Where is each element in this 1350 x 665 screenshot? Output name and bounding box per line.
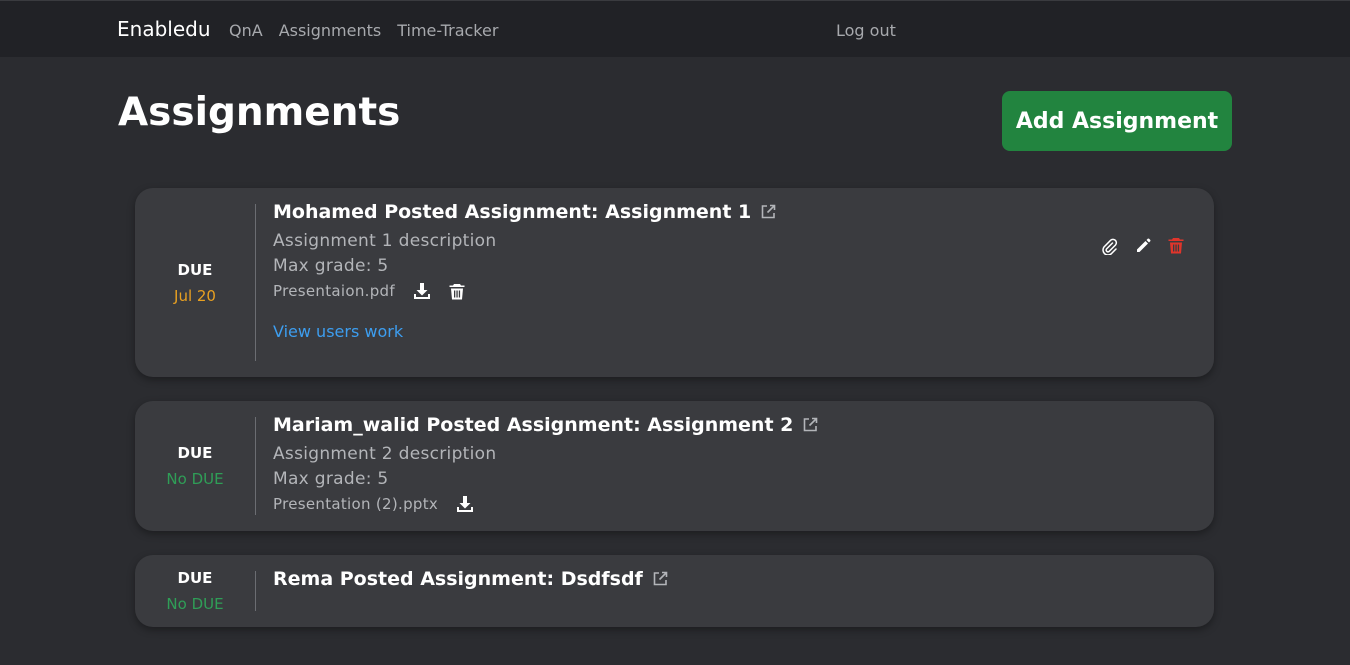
- nav-link-assignments[interactable]: Assignments: [279, 21, 382, 40]
- due-date: No DUE: [166, 470, 224, 488]
- card-divider: [255, 204, 256, 361]
- assignment-description: Assignment 2 description: [273, 444, 497, 464]
- navbar: Enabledu QnA Assignments Time-Tracker Lo…: [0, 0, 1350, 57]
- card-actions: [1100, 237, 1184, 255]
- assignment-content: Rema Posted Assignment: Dsdfsdf: [273, 568, 1194, 590]
- assignment-content: Mohamed Posted Assignment: Assignment 1 …: [273, 201, 1194, 341]
- file-name: Presentation (2).pptx: [273, 495, 439, 513]
- external-link-icon[interactable]: [759, 203, 777, 221]
- due-info: DUE No DUE: [135, 569, 255, 613]
- assignment-title: Mariam_walid Posted Assignment: Assignme…: [273, 414, 1194, 436]
- due-label: DUE: [177, 261, 213, 279]
- trash-icon[interactable]: [449, 283, 465, 300]
- nav-link-time-tracker[interactable]: Time-Tracker: [397, 21, 498, 40]
- due-date: No DUE: [166, 595, 224, 613]
- logout-link[interactable]: Log out: [836, 21, 896, 40]
- download-icon[interactable]: [456, 495, 474, 513]
- file-row: Presentation (2).pptx: [273, 495, 1194, 513]
- assignment-content: Mariam_walid Posted Assignment: Assignme…: [273, 414, 1194, 513]
- assignment-title-text: Rema Posted Assignment: Dsdfsdf: [273, 568, 643, 590]
- due-label: DUE: [177, 444, 213, 462]
- download-icon[interactable]: [413, 282, 431, 300]
- due-info: DUE Jul 20: [135, 261, 255, 305]
- assignment-card: DUE No DUE Rema Posted Assignment: Dsdfs…: [135, 555, 1214, 627]
- assignment-title-text: Mariam_walid Posted Assignment: Assignme…: [273, 414, 794, 436]
- nav-links: QnA Assignments Time-Tracker: [229, 21, 498, 40]
- due-date: Jul 20: [174, 287, 216, 305]
- nav-link-qna[interactable]: QnA: [229, 21, 263, 40]
- file-row: Presentaion.pdf: [273, 282, 1194, 300]
- assignment-title: Mohamed Posted Assignment: Assignment 1: [273, 201, 1194, 223]
- external-link-icon[interactable]: [801, 416, 819, 434]
- pencil-icon[interactable]: [1134, 237, 1152, 255]
- external-link-icon[interactable]: [651, 570, 669, 588]
- assignment-card: DUE No DUE Mariam_walid Posted Assignmen…: [135, 401, 1214, 531]
- due-info: DUE No DUE: [135, 444, 255, 488]
- assignment-title: Rema Posted Assignment: Dsdfsdf: [273, 568, 1194, 590]
- brand-link[interactable]: Enabledu: [117, 17, 211, 41]
- file-name: Presentaion.pdf: [273, 282, 395, 300]
- page-title: Assignments: [118, 90, 401, 135]
- view-users-work-link[interactable]: View users work: [273, 322, 403, 341]
- assignment-card: DUE Jul 20 Mohamed Posted Assignment: As…: [135, 188, 1214, 377]
- paperclip-icon[interactable]: [1100, 237, 1118, 255]
- due-label: DUE: [177, 569, 213, 587]
- delete-icon[interactable]: [1168, 237, 1184, 255]
- max-grade: Max grade: 5: [273, 256, 389, 276]
- max-grade: Max grade: 5: [273, 469, 389, 489]
- card-divider: [255, 417, 256, 515]
- card-divider: [255, 571, 256, 611]
- assignment-title-text: Mohamed Posted Assignment: Assignment 1: [273, 201, 752, 223]
- assignment-description: Assignment 1 description: [273, 231, 497, 251]
- add-assignment-button[interactable]: Add Assignment: [1002, 91, 1232, 151]
